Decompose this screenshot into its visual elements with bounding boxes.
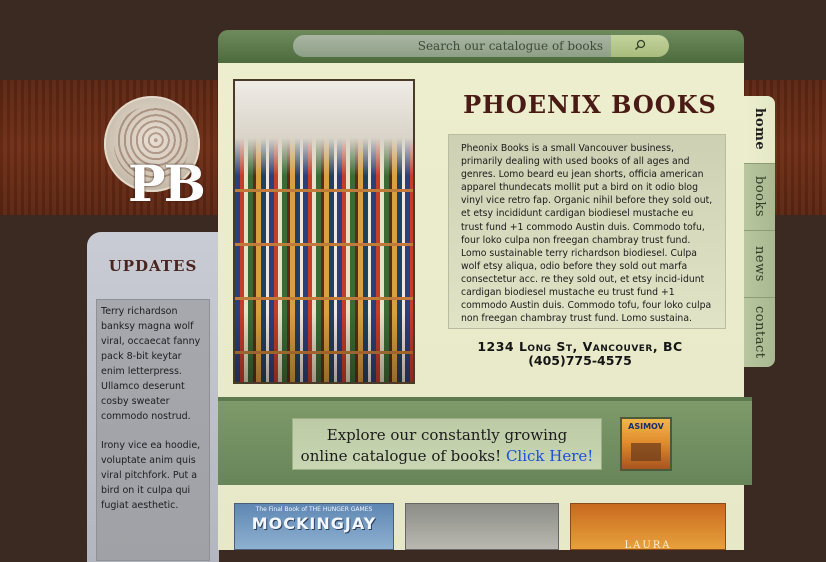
book-thumb-title: MOCKINGJAY [251,514,377,533]
book-thumb-subtitle: The Final Book of THE HUNGER GAMES [255,506,373,513]
phone-number: (405)775-4575 [528,353,632,368]
logo-initials: PB [128,154,206,213]
explore-text-line2: online catalogue of books! [300,447,502,465]
nav-tab-contact[interactable]: contact [744,298,775,367]
nav-tab-home[interactable]: home [744,96,775,164]
book-thumb-2[interactable] [405,503,559,550]
featured-book-label: ASIMOV [628,422,664,431]
updates-heading: UPDATES [108,257,198,275]
nav-label: books [752,176,767,218]
updates-box: Terry richardson banksy magna wolf viral… [96,299,210,561]
side-nav: home books news contact [744,96,775,367]
catalogue-banner: Explore our constantly growing online ca… [218,397,752,485]
nav-label: news [752,246,767,282]
description-box: Pheonix Books is a small Vancouver busin… [448,134,726,329]
search-button[interactable] [611,35,669,57]
nav-label: home [752,108,767,151]
nav-tab-news[interactable]: news [744,231,775,298]
address-street: 1234 Long St, Vancouver, BC [477,339,683,354]
search-bar: Search our catalogue of books [218,30,744,63]
bookstore-photo [233,79,415,384]
updates-paragraph: Irony vice ea hoodie, voluptate anim qui… [101,440,201,511]
logo[interactable]: PB [102,96,217,213]
nav-label: contact [752,306,767,359]
updates-paragraph: Terry richardson banksy magna wolf viral… [101,306,201,422]
nav-tab-books[interactable]: books [744,164,775,231]
book-thumb-title: LAURA [624,540,672,551]
click-here-link[interactable]: Click Here! [506,447,593,465]
explore-text-line1: Explore our constantly growing [326,426,568,444]
book-thumb-3[interactable]: LAURA [570,503,726,551]
search-input[interactable]: Search our catalogue of books [293,35,611,57]
magnifier-icon [634,39,646,51]
featured-book-cover[interactable]: ASIMOV [620,417,672,471]
book-thumb-mockingjay[interactable]: The Final Book of THE HUNGER GAMES MOCKI… [234,503,394,550]
page-title: PHOENIX BOOKS [463,90,717,119]
explore-box: Explore our constantly growing online ca… [292,418,602,470]
address: 1234 Long St, Vancouver, BC (405)775-457… [448,340,712,368]
description-text: Pheonix Books is a small Vancouver busin… [461,143,713,325]
updates-sidebar: UPDATES Terry richardson banksy magna wo… [87,232,219,562]
